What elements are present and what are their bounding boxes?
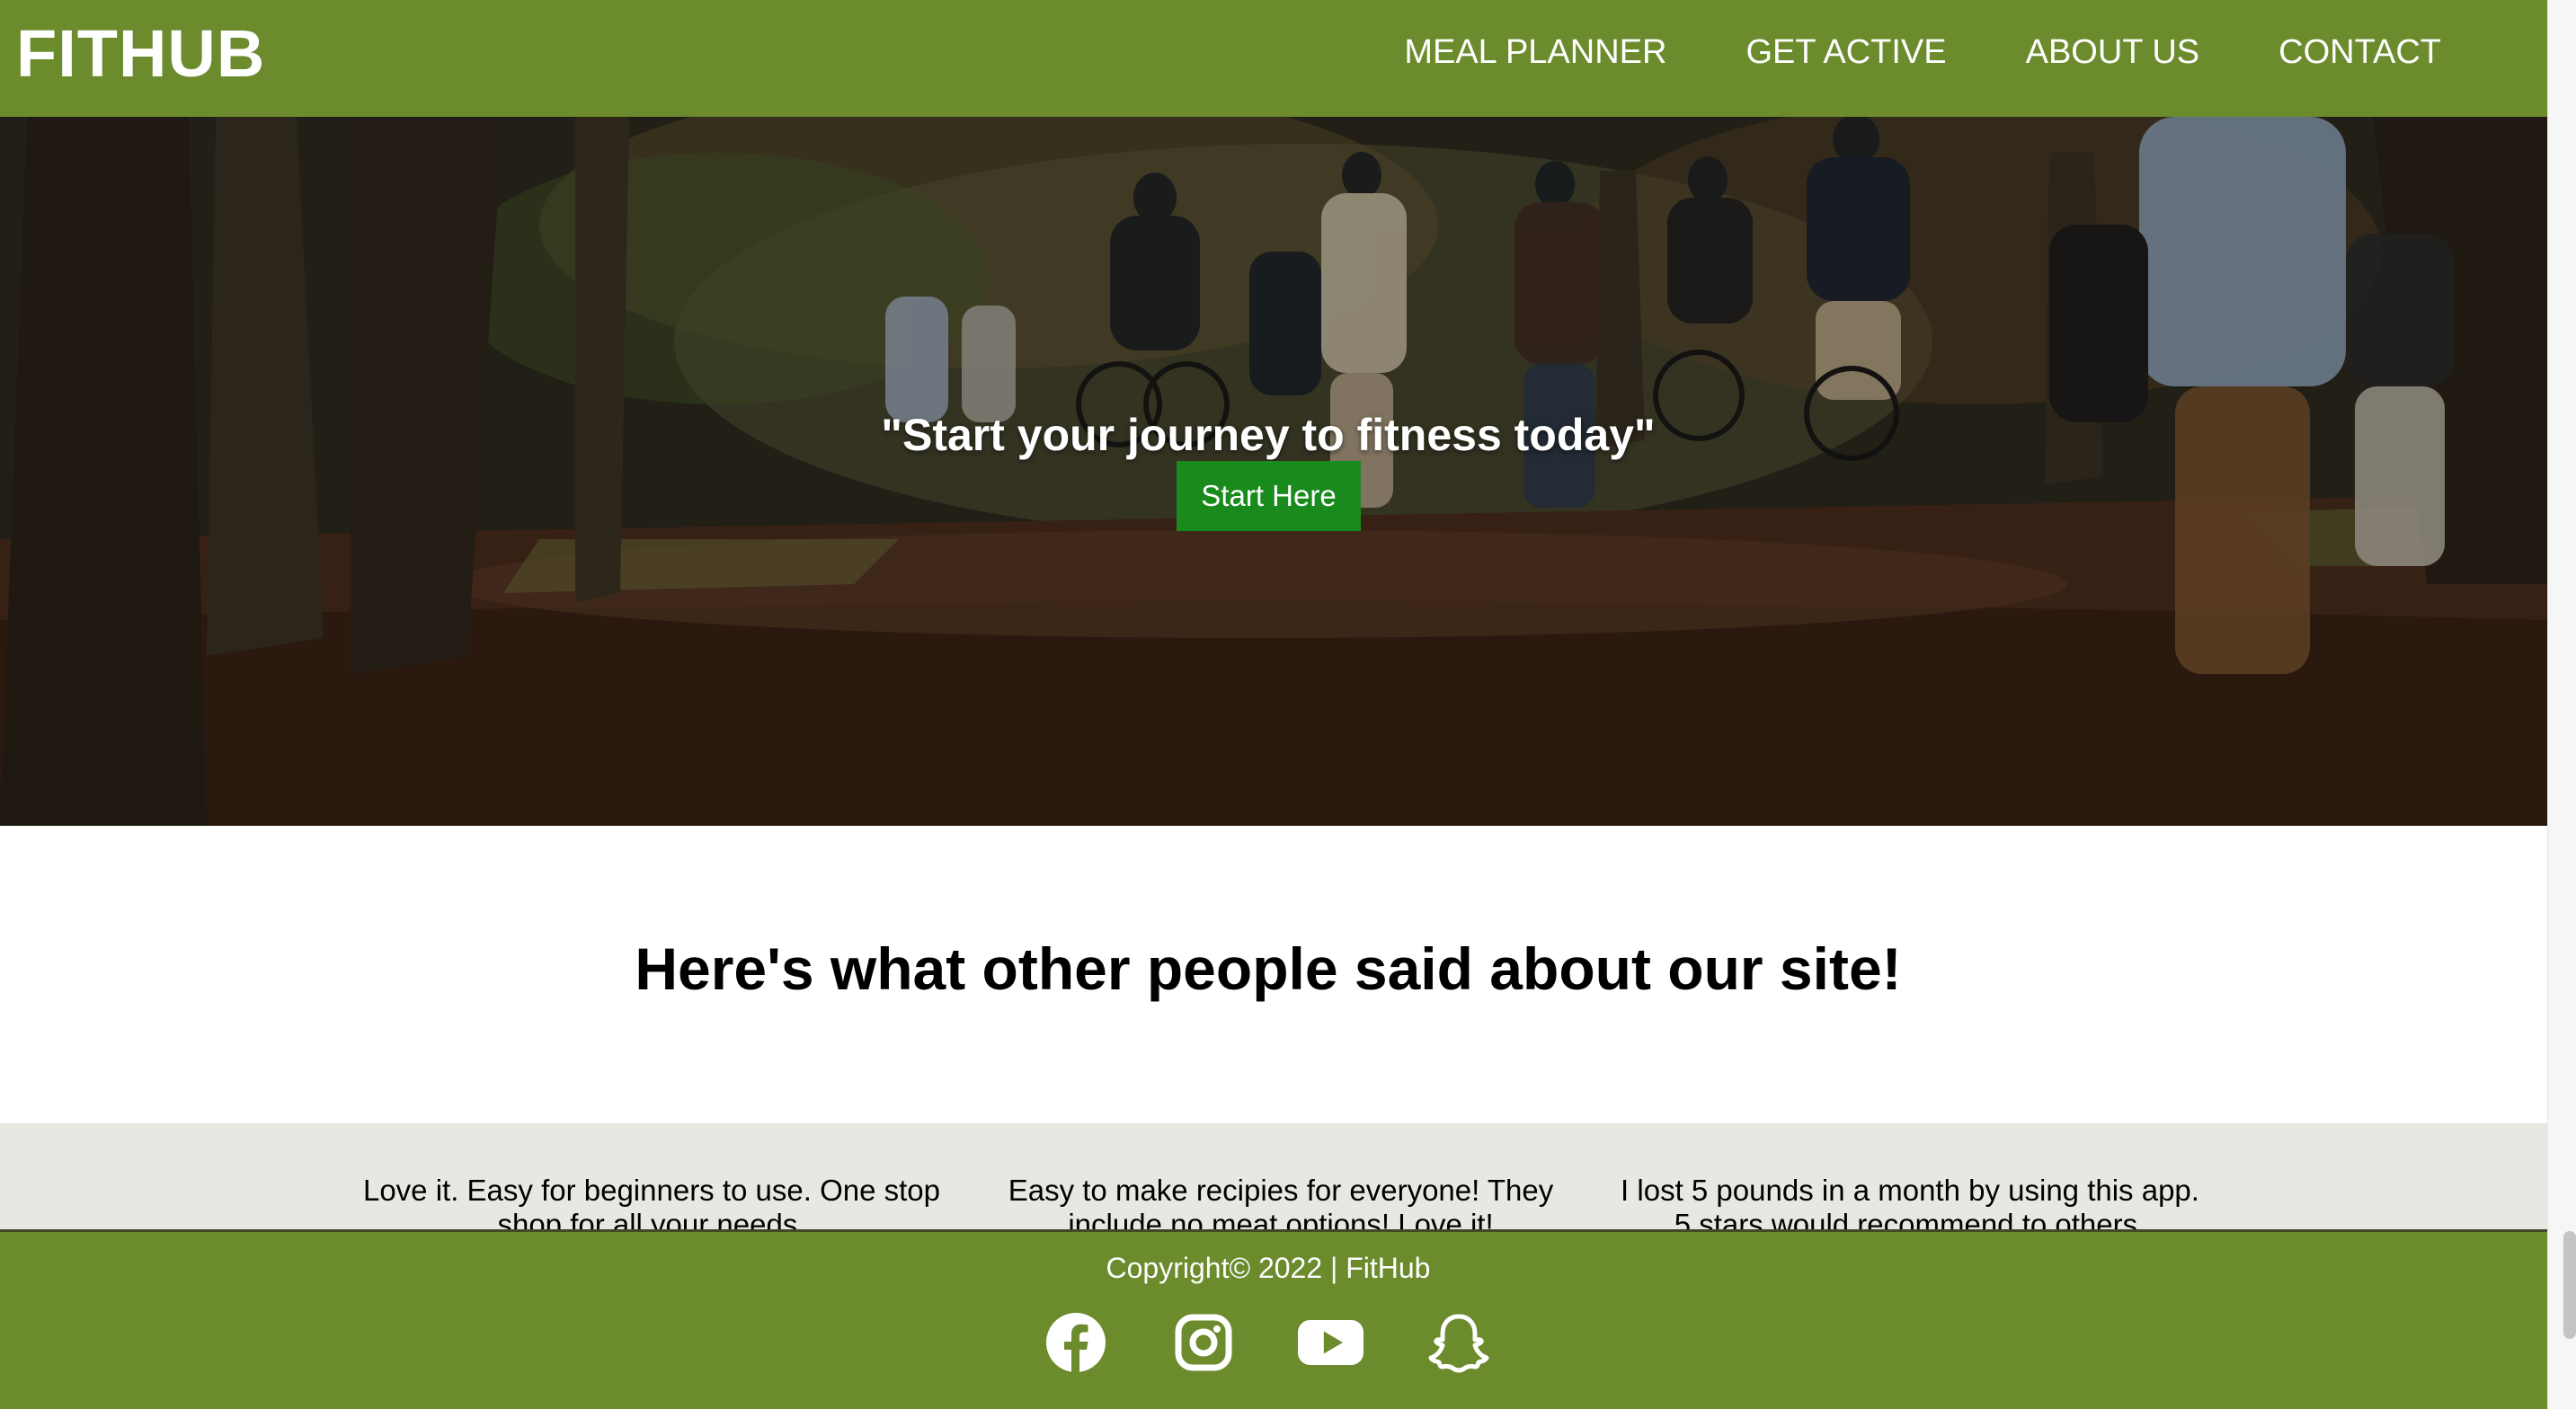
start-here-button[interactable]: Start Here [1177, 461, 1361, 531]
testimonials-section: Love it. Easy for beginners to use. One … [0, 1123, 2547, 1231]
youtube-icon[interactable] [1298, 1309, 1364, 1375]
hero-title: "Start your journey to fitness today" [881, 410, 1656, 460]
brand-logo[interactable]: FITHUB [16, 16, 265, 92]
instagram-icon[interactable] [1170, 1309, 1236, 1375]
testimonial-3: I lost 5 pounds in a month by using this… [1621, 1174, 2199, 1231]
nav-meal-planner[interactable]: MEAL PLANNER [1404, 31, 1666, 74]
copyright-text: Copyright© 2022 | FitHub [1106, 1252, 1431, 1284]
snapchat-icon[interactable] [1426, 1309, 1491, 1375]
nav-contact[interactable]: CONTACT [2278, 31, 2441, 74]
page-scrollbar[interactable] [2547, 0, 2576, 1409]
social-links [1043, 1309, 1491, 1375]
site-header: FITHUB MEAL PLANNER GET ACTIVE ABOUT US … [0, 0, 2547, 117]
hero-banner: "Start your journey to fitness today" St… [0, 117, 2547, 826]
site-footer: Copyright© 2022 | FitHub [0, 1229, 2547, 1409]
facebook-icon[interactable] [1043, 1309, 1108, 1375]
nav-about-us[interactable]: ABOUT US [2026, 31, 2200, 74]
testimonial-2: Easy to make recipies for everyone! They… [1008, 1174, 1554, 1231]
testimonial-1: Love it. Easy for beginners to use. One … [362, 1174, 941, 1231]
nav-get-active[interactable]: GET ACTIVE [1745, 31, 1946, 74]
page: FITHUB MEAL PLANNER GET ACTIVE ABOUT US … [0, 0, 2547, 1409]
scrollbar-thumb[interactable] [2563, 1231, 2576, 1339]
testimonials-heading: Here's what other people said about our … [635, 935, 1902, 1002]
main-nav: MEAL PLANNER GET ACTIVE ABOUT US CONTACT [1404, 31, 2441, 74]
